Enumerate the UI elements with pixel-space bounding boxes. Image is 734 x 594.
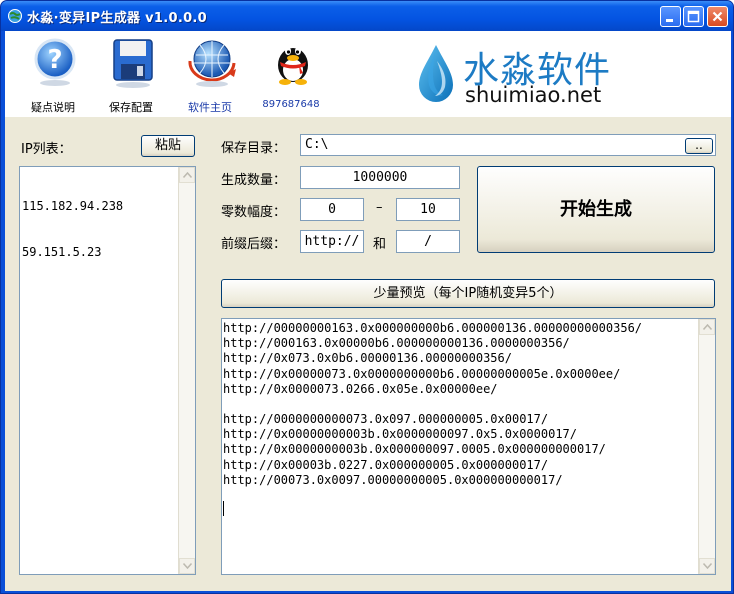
preview-output-textbox[interactable]: http://00000000163.0x000000000b6.0000001… <box>221 318 716 575</box>
prefix-value: http:// <box>304 234 360 249</box>
toolbar-qq-button[interactable]: 897687648 <box>255 37 327 117</box>
save-dir-label: 保存目录： <box>221 141 287 156</box>
logo-english-text: shuimiao.net <box>465 83 602 107</box>
scroll-down-button[interactable] <box>699 558 715 574</box>
zero-min-value: 0 <box>328 202 336 217</box>
preview-line: http://0x00000073.0x0000000000b6.0000000… <box>223 366 621 381</box>
preview-line: http://00000000163.0x000000000b6.0000001… <box>223 321 643 335</box>
preview-scrollbar[interactable] <box>698 319 715 574</box>
toolbar-homepage-button[interactable]: 软件主页 <box>174 37 246 117</box>
affix-separator: 和 <box>373 237 387 252</box>
affix-label: 前缀后缀： <box>221 237 287 252</box>
preview-line: http://0x0000073.0266.0x05e.0x00000ee/ <box>223 381 498 396</box>
water-drop-logo-icon <box>419 45 453 102</box>
preview-blank-line <box>223 397 642 412</box>
globe-icon <box>188 40 236 87</box>
arrow-up-icon <box>183 172 192 178</box>
preview-line: http://0x00000000003b.0x0000000097.0x5.0… <box>223 427 578 442</box>
ip-list-textbox[interactable]: 115.182.94.238 59.151.5.23 <box>19 166 196 575</box>
zero-min-input[interactable]: 0 <box>300 198 364 221</box>
maximize-button[interactable] <box>683 6 704 27</box>
floppy-disk-icon <box>113 39 153 88</box>
scroll-down-button[interactable] <box>179 558 195 574</box>
browse-button[interactable]: .. <box>685 138 713 154</box>
text-caret <box>223 501 224 517</box>
ip-list-item: 115.182.94.238 <box>22 199 124 214</box>
count-value: 1000000 <box>352 170 408 185</box>
preview-line: http://0x0000000003b.0x000000097.0005.0x… <box>223 442 606 457</box>
close-button[interactable] <box>707 6 728 27</box>
zero-range-label: 零数幅度： <box>221 205 287 220</box>
suffix-value: / <box>424 234 432 249</box>
prefix-input[interactable]: http:// <box>300 230 364 253</box>
minimize-button[interactable] <box>660 6 681 27</box>
paste-button[interactable]: 粘贴 <box>141 135 195 157</box>
qq-penguin-icon <box>278 47 308 85</box>
preview-line: http://000163.0x00000b6.000000000136.000… <box>223 336 570 351</box>
minimize-icon <box>666 19 673 22</box>
count-label: 生成数量： <box>221 173 287 188</box>
maximize-icon <box>687 10 700 23</box>
toolbar: ? 疑点说明 保存配置 软件主页 897687648 水淼软件 shuimiao… <box>5 31 731 117</box>
app-window: 水淼·变异IP生成器 v1.0.0.0 ? 疑点说明 保存配置 软件主页 897… <box>0 0 734 594</box>
arrow-down-icon <box>183 563 192 569</box>
toolbar-save-config-label: 保存配置 <box>109 101 153 114</box>
suffix-input[interactable]: / <box>396 230 460 253</box>
zero-range-separator: – <box>376 200 383 215</box>
save-dir-input[interactable]: C:\ <box>300 134 716 156</box>
window-title: 水淼·变异IP生成器 v1.0.0.0 <box>27 11 208 26</box>
count-input[interactable]: 1000000 <box>300 166 460 189</box>
ip-list-scrollbar[interactable] <box>178 167 195 574</box>
arrow-up-icon <box>703 324 712 330</box>
toolbar-qq-label: 897687648 <box>262 99 320 110</box>
preview-button[interactable]: 少量预览（每个IP随机变异5个） <box>221 279 715 308</box>
start-generate-button[interactable]: 开始生成 <box>477 166 715 253</box>
help-icon: ? <box>34 38 76 86</box>
preview-output-content: http://00000000163.0x000000000b6.0000001… <box>223 321 643 517</box>
preview-line: http://0x00003b.0227.0x000000005.0x00000… <box>223 457 549 472</box>
preview-line: http://00073.0x0097.00000000005.0x000000… <box>223 472 563 487</box>
ip-list-label: IP列表： <box>21 142 72 157</box>
toolbar-help-label: 疑点说明 <box>31 101 75 114</box>
save-dir-value: C:\ <box>305 137 329 152</box>
arrow-down-icon <box>703 563 712 569</box>
toolbar-save-config-button[interactable]: 保存配置 <box>95 37 167 117</box>
zero-max-value: 10 <box>420 202 436 217</box>
scroll-up-button[interactable] <box>699 319 715 335</box>
client-area: ? 疑点说明 保存配置 软件主页 897687648 水淼软件 shuimiao… <box>5 31 731 591</box>
title-bar[interactable]: 水淼·变异IP生成器 v1.0.0.0 <box>1 1 733 31</box>
preview-line: http://0000000000073.0x097.000000005.0x0… <box>223 412 549 427</box>
ip-list-content: 115.182.94.238 59.151.5.23 <box>22 169 123 291</box>
ip-list-item: 59.151.5.23 <box>22 245 102 260</box>
preview-line: http://0x073.0x0b6.00000136.00000000356/ <box>223 351 512 366</box>
app-globe-icon <box>8 9 22 23</box>
svg-text:?: ? <box>47 45 62 75</box>
zero-max-input[interactable]: 10 <box>396 198 460 221</box>
close-icon <box>712 11 723 22</box>
scroll-up-button[interactable] <box>179 167 195 183</box>
toolbar-homepage-label: 软件主页 <box>188 101 232 114</box>
toolbar-help-button[interactable]: ? 疑点说明 <box>17 37 89 117</box>
